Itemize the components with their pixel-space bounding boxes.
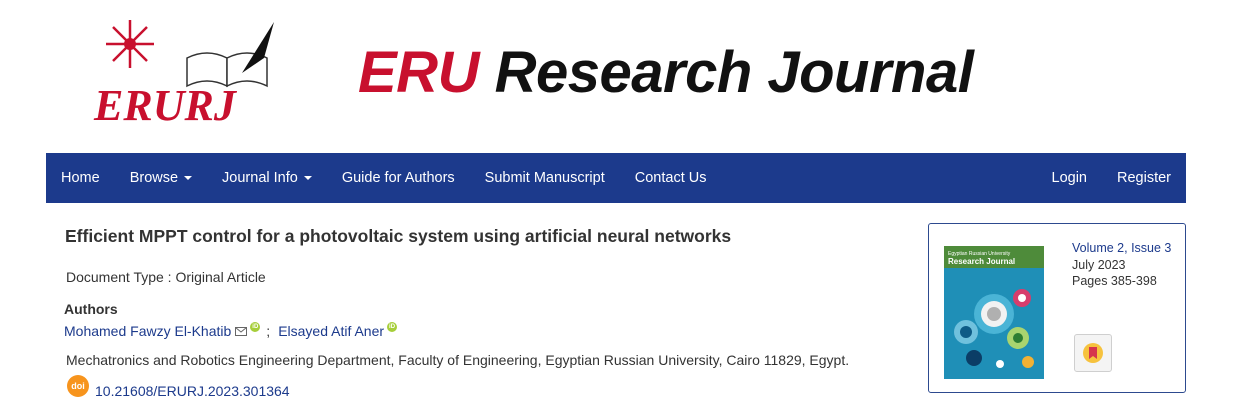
caret-down-icon	[303, 176, 312, 180]
nav-login[interactable]: Login	[1037, 153, 1102, 203]
issue-info-card: Egyptian Russian University Research Jou…	[928, 223, 1186, 393]
nav-login-label: Login	[1051, 170, 1087, 186]
nav-contact-label: Contact Us	[634, 170, 707, 186]
bookmark-button[interactable]	[1074, 334, 1112, 372]
author-separator: ;	[266, 323, 271, 339]
journal-title: ERU Research Journal	[358, 38, 974, 108]
doi-row: doi 10.21608/ERURJ.2023.301364	[67, 375, 290, 399]
nav-guide-for-authors[interactable]: Guide for Authors	[327, 153, 470, 203]
doi-link[interactable]: 10.21608/ERURJ.2023.301364	[95, 383, 290, 399]
document-type: Document Type : Original Article	[66, 269, 266, 285]
envelope-icon[interactable]	[235, 326, 248, 336]
main-navbar: Home Browse Journal Info Guide for Autho…	[46, 153, 1186, 203]
logo-graphic: ERURJ	[93, 20, 274, 130]
bookmark-icon	[1083, 343, 1103, 363]
orcid-icon[interactable]: iD	[387, 322, 398, 332]
nav-register-label: Register	[1117, 170, 1171, 186]
issue-meta: Volume 2, Issue 3 July 2023 Pages 385-39…	[1072, 240, 1182, 290]
author-affiliation: Mechatronics and Robotics Engineering De…	[66, 352, 850, 368]
nav-home-label: Home	[61, 170, 100, 186]
orcid-icon[interactable]: iD	[250, 322, 261, 332]
nav-journal-info-dropdown[interactable]: Journal Info	[207, 153, 327, 203]
authors-heading: Authors	[64, 301, 118, 317]
nav-journal-info-label: Journal Info	[222, 170, 298, 186]
nav-right-group: Login Register	[1037, 153, 1186, 203]
nav-guide-label: Guide for Authors	[341, 170, 455, 186]
logo-text: ERURJ	[93, 81, 238, 130]
article-title: Efficient MPPT control for a photovoltai…	[65, 226, 732, 246]
doi-icon: doi	[67, 375, 89, 397]
volume-issue-link[interactable]: Volume 2, Issue 3	[1072, 240, 1182, 257]
site-header: ERURJ ERU Research Journal	[0, 0, 1239, 153]
author-link[interactable]: Elsayed Atif Aner	[278, 323, 384, 339]
journal-title-highlight: ERU	[358, 40, 479, 105]
journal-title-rest: Research Journal	[478, 40, 974, 105]
nav-home[interactable]: Home	[46, 153, 115, 203]
issue-date: July 2023	[1072, 257, 1126, 272]
nav-left-group: Home Browse Journal Info Guide for Autho…	[46, 153, 721, 203]
author-link[interactable]: Mohamed Fawzy El-Khatib	[64, 323, 231, 339]
nav-browse-dropdown[interactable]: Browse	[115, 153, 207, 203]
issue-pages: Pages 385-398	[1072, 274, 1157, 288]
nav-contact-us[interactable]: Contact Us	[620, 153, 722, 203]
nav-register[interactable]: Register	[1102, 153, 1186, 203]
cover-title: Research Journal	[948, 257, 1015, 266]
nav-submit-manuscript[interactable]: Submit Manuscript	[470, 153, 620, 203]
nav-submit-label: Submit Manuscript	[484, 170, 605, 186]
nav-browse-label: Browse	[129, 170, 179, 186]
caret-down-icon	[184, 176, 193, 180]
authors-list: Mohamed Fawzy El-Khatib iD ; Elsayed Ati…	[64, 322, 398, 339]
issue-cover-image[interactable]: Egyptian Russian University Research Jou…	[944, 246, 1044, 379]
journal-logo[interactable]: ERURJ	[92, 18, 282, 136]
